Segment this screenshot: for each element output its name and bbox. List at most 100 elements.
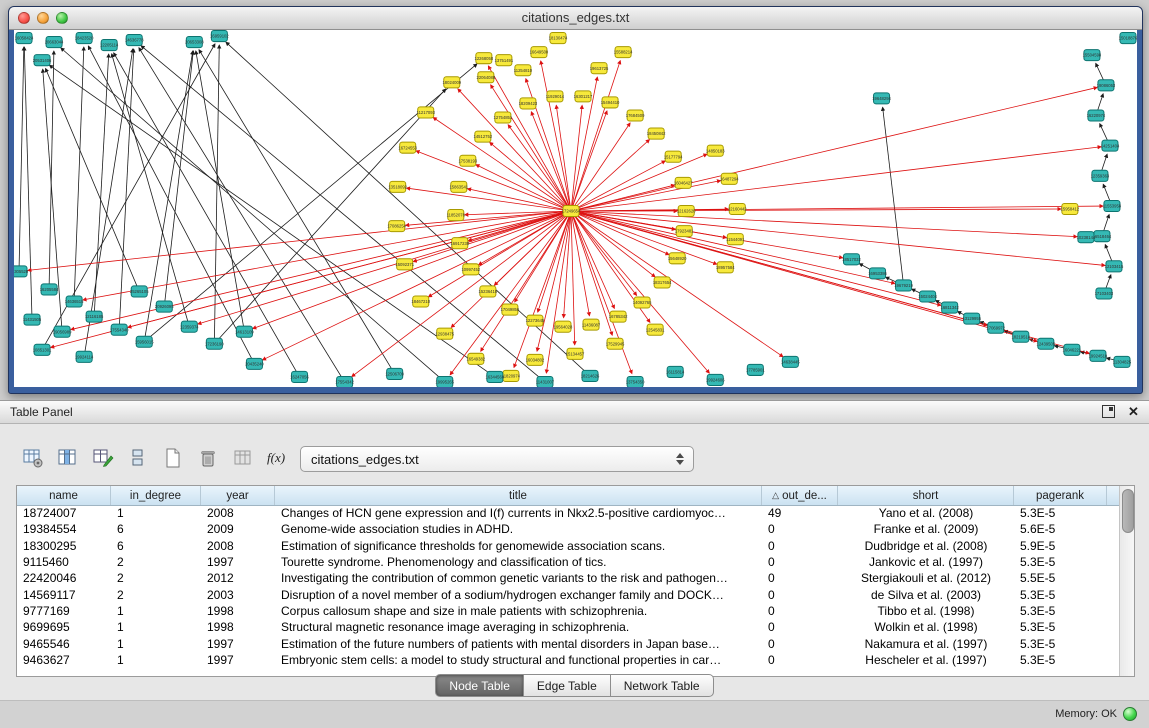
graph-node[interactable]: 12359363 <box>1091 170 1110 181</box>
graph-node[interactable]: 12506709 <box>385 368 404 379</box>
graph-node[interactable]: 19648294 <box>872 93 891 104</box>
network-canvas[interactable]: 1724965412162620160464271517779418450842… <box>14 30 1137 387</box>
graph-node[interactable]: 19924510 <box>1089 350 1108 361</box>
column-header-short[interactable]: short <box>838 486 1014 505</box>
graph-node[interactable]: 12938475 <box>435 328 454 339</box>
close-panel-icon[interactable]: ✕ <box>1126 404 1141 419</box>
graph-node[interactable]: 16046427 <box>674 177 693 188</box>
graph-node[interactable]: 14850183 <box>706 145 725 156</box>
graph-node[interactable]: 20653308 <box>185 37 204 48</box>
column-header-in_degree[interactable]: in_degree <box>111 486 201 505</box>
table-panel-header[interactable]: Table Panel ✕ <box>0 401 1149 424</box>
graph-node[interactable]: 17923481 <box>675 226 694 237</box>
graph-node[interactable]: 15018876 <box>1119 33 1137 44</box>
graph-node[interactable]: 12103415 <box>1105 261 1124 272</box>
graph-node[interactable]: 16344560 <box>486 371 505 382</box>
import-table-icon[interactable] <box>228 443 258 473</box>
graph-node[interactable]: 12754851 <box>494 112 513 123</box>
graph-node[interactable]: 20926095 <box>155 301 174 312</box>
graph-node[interactable]: 18214626 <box>581 370 600 381</box>
graph-node[interactable]: 16917239 <box>450 238 469 249</box>
graph-node[interactable]: 15956015 <box>135 336 154 347</box>
graph-node[interactable]: 18219514 <box>1011 331 1030 342</box>
graph-node[interactable]: 14613109 <box>235 326 254 337</box>
graph-node[interactable]: 15024404 <box>918 291 937 302</box>
graph-node[interactable]: 19056989 <box>53 326 72 337</box>
graph-node[interactable]: 12162620 <box>677 205 696 216</box>
function-builder-icon[interactable]: f(x) <box>263 443 293 473</box>
graph-node[interactable]: 18024009 <box>442 77 461 88</box>
graph-node[interactable]: 18450842 <box>647 128 666 139</box>
graph-node[interactable]: 12545831 <box>646 324 665 335</box>
table-source-select[interactable]: citations_edges.txt <box>300 446 694 472</box>
graph-node[interactable]: 18467210 <box>411 296 430 307</box>
graph-node[interactable]: 22064088 <box>477 72 496 83</box>
graph-node[interactable]: 18957584 <box>716 262 735 273</box>
graph-node[interactable]: 18317654 <box>653 277 672 288</box>
graph-node[interactable]: 16220974 <box>1087 110 1106 121</box>
network-view-window[interactable]: citations_edges.txt 17249654121626201604… <box>8 6 1143 394</box>
graph-node[interactable]: 20531406 <box>33 55 52 66</box>
graph-node[interactable]: 16301217 <box>574 91 593 102</box>
graph-node[interactable]: 20435240 <box>245 358 264 369</box>
graph-node[interactable]: 11254810 <box>514 65 533 76</box>
table-row[interactable]: 911546021997Tourette syndrome. Phenomeno… <box>17 554 1119 570</box>
graph-node[interactable]: 16724553 <box>398 142 417 153</box>
window-titlebar[interactable]: citations_edges.txt <box>9 7 1142 30</box>
graph-node[interactable]: 19564028 <box>554 321 573 332</box>
column-header-name[interactable]: name <box>17 486 111 505</box>
graph-node[interactable]: 14638445 <box>781 356 800 367</box>
graph-node[interactable]: 16785342 <box>609 311 628 322</box>
graph-node[interactable]: 10851301 <box>33 344 52 355</box>
graph-node[interactable]: 16811342 <box>940 302 959 313</box>
graph-node[interactable]: 11217093 <box>417 107 436 118</box>
graph-node[interactable]: 14251404 <box>1101 140 1120 151</box>
graph-node[interactable]: 12160442 <box>728 203 747 214</box>
graph-node[interactable]: 11544091 <box>726 234 745 245</box>
graph-node[interactable]: 16959102 <box>210 31 229 42</box>
graph-node[interactable]: 12439505 <box>1037 338 1056 349</box>
graph-node[interactable]: 18517032 <box>842 254 861 265</box>
tab-node-table[interactable]: Node Table <box>435 674 524 697</box>
graph-node[interactable]: 17236190 <box>205 338 224 349</box>
graph-node[interactable]: 12359374 <box>180 321 199 332</box>
table-mode-icon[interactable] <box>18 443 48 473</box>
graph-node[interactable]: 17529945 <box>606 338 625 349</box>
graph-node[interactable]: 16205584 <box>40 284 59 295</box>
graph-node[interactable]: 17049856 <box>501 304 520 315</box>
row-options-icon[interactable] <box>123 443 153 473</box>
table-row[interactable]: 1872400712008Changes of HCN gene express… <box>17 505 1119 521</box>
graph-node[interactable]: 12205114 <box>100 40 119 51</box>
graph-node[interactable]: 17538193 <box>458 155 477 166</box>
graph-node[interactable]: 15648920 <box>668 253 687 264</box>
graph-node[interactable]: 13129955 <box>962 313 981 324</box>
graph-node[interactable]: 17554342 <box>335 376 354 387</box>
graph-node[interactable]: 15504598 <box>1083 50 1102 61</box>
table-row[interactable]: 969969511998Structural magnetic resonanc… <box>17 619 1119 635</box>
graph-node[interactable]: 19924606 <box>706 374 725 385</box>
graph-node[interactable]: 11431007 <box>536 376 555 387</box>
graph-node[interactable]: 15494410 <box>601 97 620 108</box>
graph-node[interactable]: 11553958 <box>1103 200 1122 211</box>
graph-node[interactable]: 10238144 <box>1077 232 1096 243</box>
delete-columns-icon[interactable] <box>193 443 223 473</box>
citation-network-graph[interactable]: 1724965412162620160464271517779418450842… <box>14 30 1137 387</box>
graph-node[interactable]: 14636515 <box>65 296 84 307</box>
graph-node[interactable]: 11304825 <box>1113 356 1132 367</box>
graph-node[interactable]: 15236410 <box>479 286 498 297</box>
graph-node[interactable]: 13751491 <box>495 55 514 66</box>
graph-node[interactable]: 17785901 <box>746 364 765 375</box>
graph-node[interactable]: 14092765 <box>633 297 652 308</box>
table-scrollbar-thumb[interactable] <box>1122 489 1134 533</box>
table-row[interactable]: 1456911722003Disruption of a novel membe… <box>17 586 1119 602</box>
graph-node[interactable]: 12268058 <box>475 53 494 64</box>
graph-node[interactable]: 16649500 <box>530 47 549 58</box>
graph-node[interactable]: 13754350 <box>626 376 645 387</box>
graph-node[interactable]: 16115814 <box>666 366 685 377</box>
graph-node[interactable]: 19995265 <box>435 376 454 387</box>
graph-node[interactable]: 11820974 <box>502 370 521 381</box>
graph-node[interactable]: 12273645 <box>526 315 545 326</box>
graph-node[interactable]: 19086053 <box>1097 80 1116 91</box>
graph-node[interactable]: 15092371 <box>395 259 414 270</box>
graph-node[interactable]: 10997452 <box>461 264 480 275</box>
